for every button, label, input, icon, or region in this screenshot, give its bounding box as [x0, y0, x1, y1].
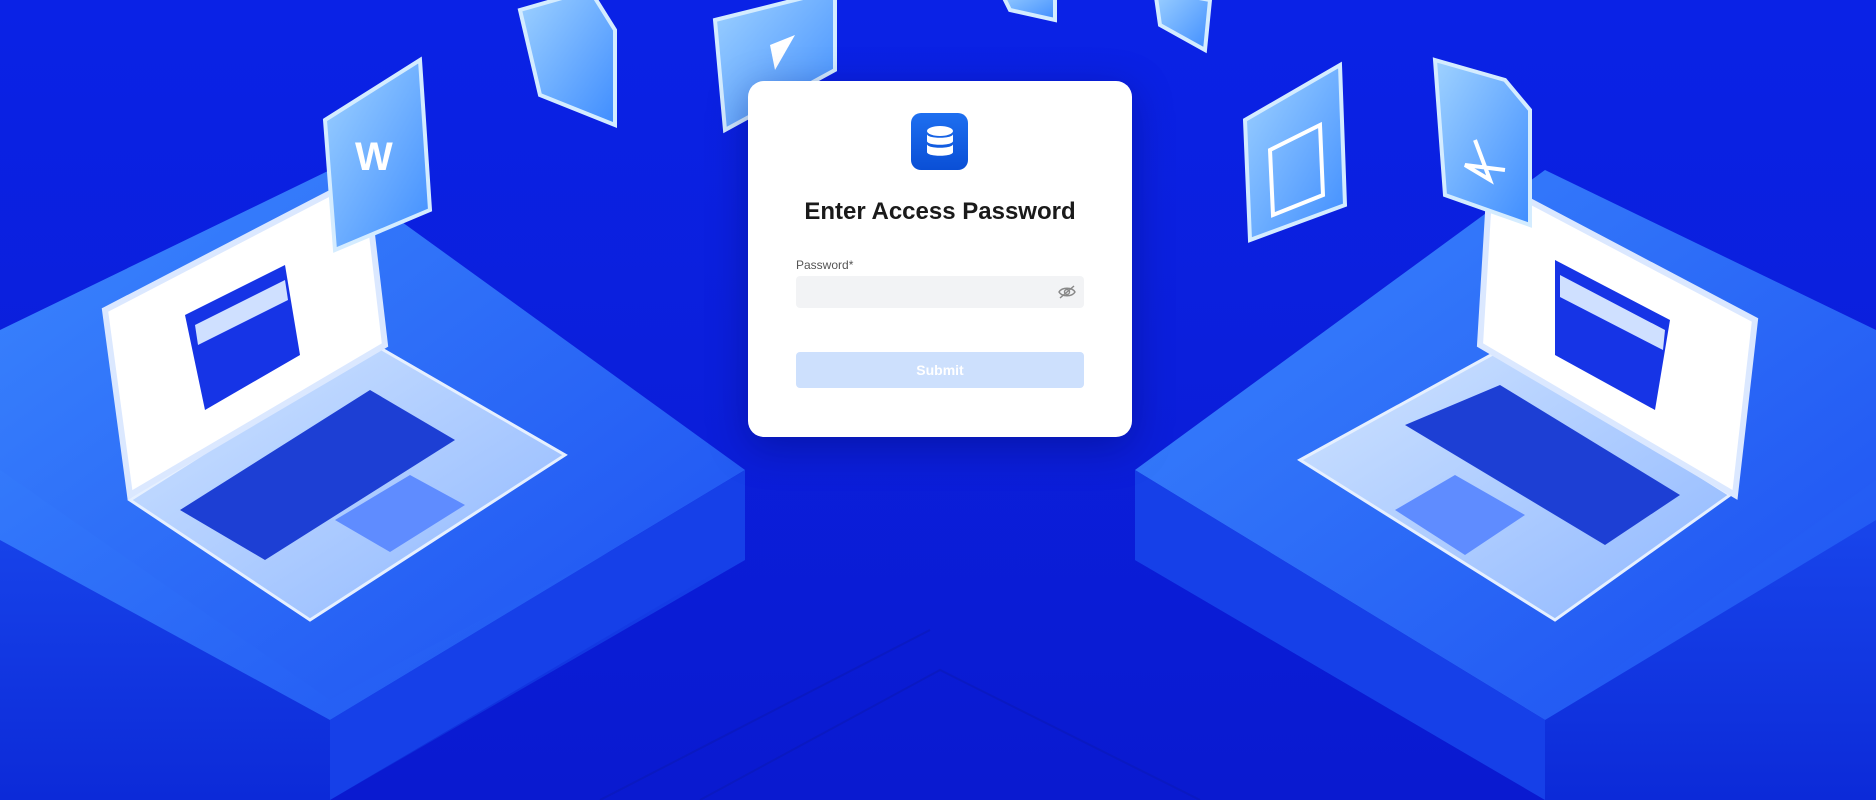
dialog-title: Enter Access Password	[804, 198, 1076, 225]
login-page: W Enter Access Password Password* Submit	[0, 0, 1876, 800]
floor-lines	[599, 629, 1201, 800]
password-label-text: Password	[796, 258, 849, 272]
table-doc-icon	[1242, 61, 1348, 243]
spreadsheet-doc-icon	[517, 0, 617, 128]
password-dialog: Enter Access Password Password* Submit	[748, 81, 1132, 437]
submit-button[interactable]: Submit	[796, 352, 1084, 388]
database-icon	[926, 125, 953, 156]
pdf-doc-icon	[1432, 57, 1532, 228]
password-field	[796, 276, 1084, 308]
photo-doc-icon	[1154, 0, 1213, 54]
word-doc-icon: W	[322, 56, 433, 253]
required-marker: *	[848, 258, 854, 272]
password-input[interactable]	[796, 276, 1046, 308]
svg-text:W: W	[355, 135, 393, 179]
eye-off-icon[interactable]	[1058, 284, 1076, 300]
image-doc-icon	[1002, 0, 1057, 23]
password-label: Password*	[796, 258, 853, 272]
app-logo	[911, 113, 968, 170]
